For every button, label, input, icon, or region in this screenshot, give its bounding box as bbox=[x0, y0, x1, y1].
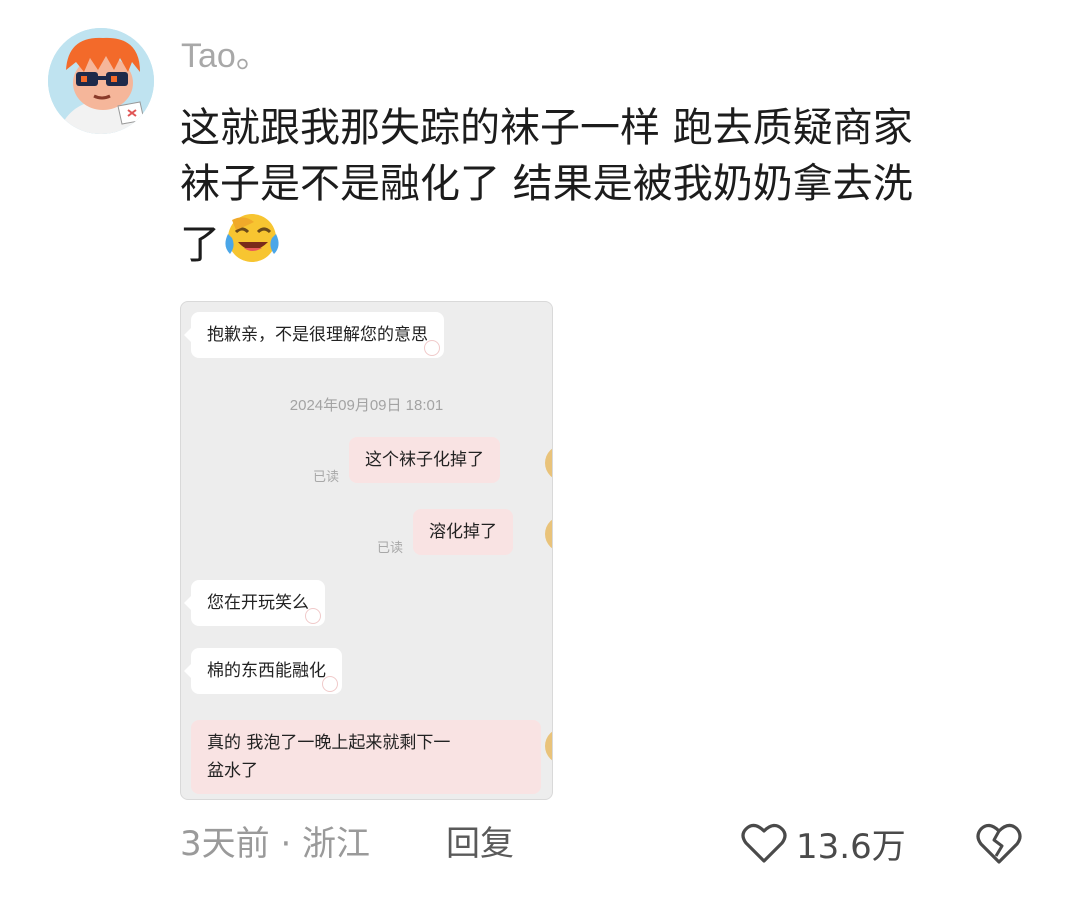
chat-bubble-merchant: 抱歉亲，不是很理解您的意思 bbox=[184, 312, 444, 358]
chat-avatar-icon bbox=[545, 728, 552, 764]
chat-bubble-user: 溶化掉了 bbox=[413, 509, 513, 555]
heart-outline-icon bbox=[741, 823, 787, 863]
avatar-image bbox=[48, 28, 154, 134]
stamp-icon bbox=[424, 340, 440, 356]
comment-line-text: 了 bbox=[180, 222, 220, 268]
dislike-button[interactable] bbox=[974, 818, 1024, 868]
comment-time-location: 3天前 · 浙江 bbox=[180, 824, 371, 864]
user-avatar[interactable] bbox=[48, 28, 154, 134]
chat-bubble-merchant: 棉的东西能融化 bbox=[184, 648, 342, 694]
chat-bubble-user: 这个袜子化掉了 bbox=[349, 437, 500, 483]
like-count: 13.6万 bbox=[796, 826, 906, 867]
chat-bubble-text: 棉的东西能融化 bbox=[207, 661, 326, 681]
username[interactable]: Tao。 bbox=[181, 36, 270, 76]
comment-line: 了 bbox=[180, 212, 1020, 279]
read-status: 已读 bbox=[313, 470, 340, 485]
chat-timestamp: 2024年09月09日 18:01 bbox=[289, 397, 444, 414]
chat-screenshot-image[interactable]: 抱歉亲，不是很理解您的意思 2024年09月09日 18:01 已读 这个袜子化… bbox=[180, 301, 553, 800]
like-button[interactable]: 13.6万 bbox=[740, 818, 906, 868]
chat-bubble-text: 这个袜子化掉了 bbox=[365, 450, 484, 470]
chat-bubble-user: 真的 我泡了一晚上起来就剩下一 盆水了 bbox=[191, 720, 541, 794]
chat-bubble-text: 盆水了 bbox=[207, 761, 258, 781]
comment-line: 这就跟我那失踪的袜子一样 跑去质疑商家 bbox=[180, 105, 913, 151]
chat-bubble-merchant: 您在开玩笑么 bbox=[184, 580, 325, 626]
laughing-crying-emoji-icon bbox=[224, 212, 282, 279]
chat-bubble-text: 真的 我泡了一晚上起来就剩下一 bbox=[207, 733, 451, 753]
chat-bubble-text: 您在开玩笑么 bbox=[207, 593, 309, 613]
stamp-icon bbox=[322, 676, 338, 692]
chat-avatar-icon bbox=[545, 516, 552, 552]
broken-heart-icon bbox=[976, 823, 1022, 864]
chat-bubble-text: 溶化掉了 bbox=[429, 522, 497, 542]
read-status: 已读 bbox=[377, 541, 404, 556]
chat-bubble-text: 抱歉亲，不是很理解您的意思 bbox=[207, 325, 428, 345]
comment-line: 袜子是不是融化了 结果是被我奶奶拿去洗 bbox=[180, 161, 913, 207]
reply-button[interactable]: 回复 bbox=[446, 822, 514, 866]
chat-avatar-icon bbox=[545, 445, 552, 481]
comment-text: 这就跟我那失踪的袜子一样 跑去质疑商家 袜子是不是融化了 结果是被我奶奶拿去洗 … bbox=[180, 100, 1020, 279]
stamp-icon bbox=[305, 608, 321, 624]
